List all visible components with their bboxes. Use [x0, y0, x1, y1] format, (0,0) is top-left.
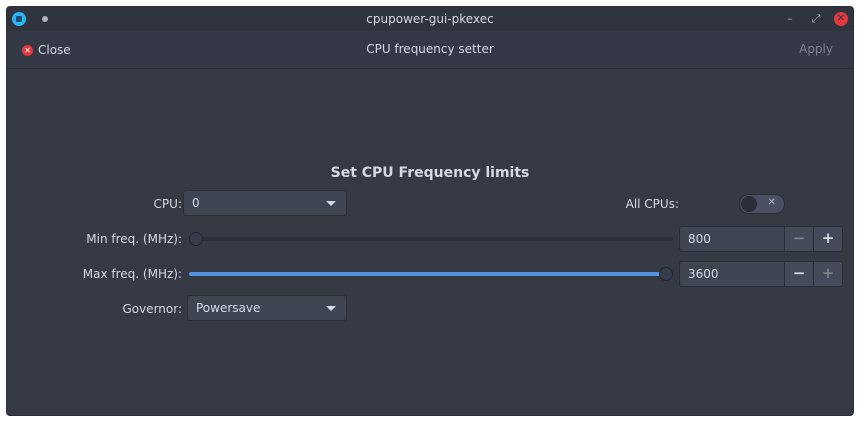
cpu-label: CPU:	[153, 197, 182, 211]
min-freq-slider[interactable]	[189, 237, 673, 241]
min-freq-spinbutton: 800 − +	[679, 226, 843, 252]
max-freq-slider-handle[interactable]	[659, 267, 673, 281]
governor-label: Governor:	[122, 302, 182, 316]
all-cpus-label: All CPUs:	[625, 197, 679, 211]
maximize-button[interactable]: ⤢	[808, 11, 824, 27]
section-title: Set CPU Frequency limits	[330, 165, 530, 181]
header-bar: ✕ Close CPU frequency setter Apply	[7, 31, 853, 69]
min-freq-label: Min freq. (MHz):	[86, 232, 182, 246]
min-freq-input[interactable]: 800	[679, 226, 785, 252]
window-title: cpupower-gui-pkexec	[366, 12, 494, 26]
switch-knob	[741, 196, 757, 212]
governor-select[interactable]: Powersave	[187, 295, 347, 321]
minimize-button[interactable]: –	[782, 11, 798, 27]
window-titlebar: cpupower-gui-pkexec – ⤢ ✕	[7, 7, 853, 31]
chevron-down-icon	[326, 306, 336, 311]
max-freq-spinbutton: 3600 − +	[679, 261, 843, 287]
max-freq-input[interactable]: 3600	[679, 261, 785, 287]
window-close-button[interactable]: ✕	[834, 12, 848, 26]
main-content: Set CPU Frequency limits CPU: 0 All CPUs…	[7, 69, 853, 415]
max-freq-decrement-button[interactable]: −	[785, 261, 814, 287]
switch-off-icon: ✕	[767, 197, 776, 208]
max-freq-label: Max freq. (MHz):	[82, 267, 182, 281]
chevron-down-icon	[326, 201, 336, 206]
min-freq-increment-button[interactable]: +	[814, 226, 843, 252]
max-freq-increment-button[interactable]: +	[814, 261, 843, 287]
apply-button[interactable]: Apply	[799, 42, 833, 56]
cpu-select-value: 0	[192, 196, 200, 210]
app-window: cpupower-gui-pkexec – ⤢ ✕ ✕ Close CPU fr…	[6, 6, 854, 416]
governor-select-value: Powersave	[196, 301, 261, 315]
all-cpus-switch[interactable]: ✕	[739, 194, 785, 214]
cpu-select[interactable]: 0	[183, 190, 347, 216]
max-freq-slider-fill	[189, 272, 666, 276]
min-freq-decrement-button[interactable]: −	[785, 226, 814, 252]
header-title: CPU frequency setter	[366, 42, 494, 56]
min-freq-slider-handle[interactable]	[189, 232, 203, 246]
